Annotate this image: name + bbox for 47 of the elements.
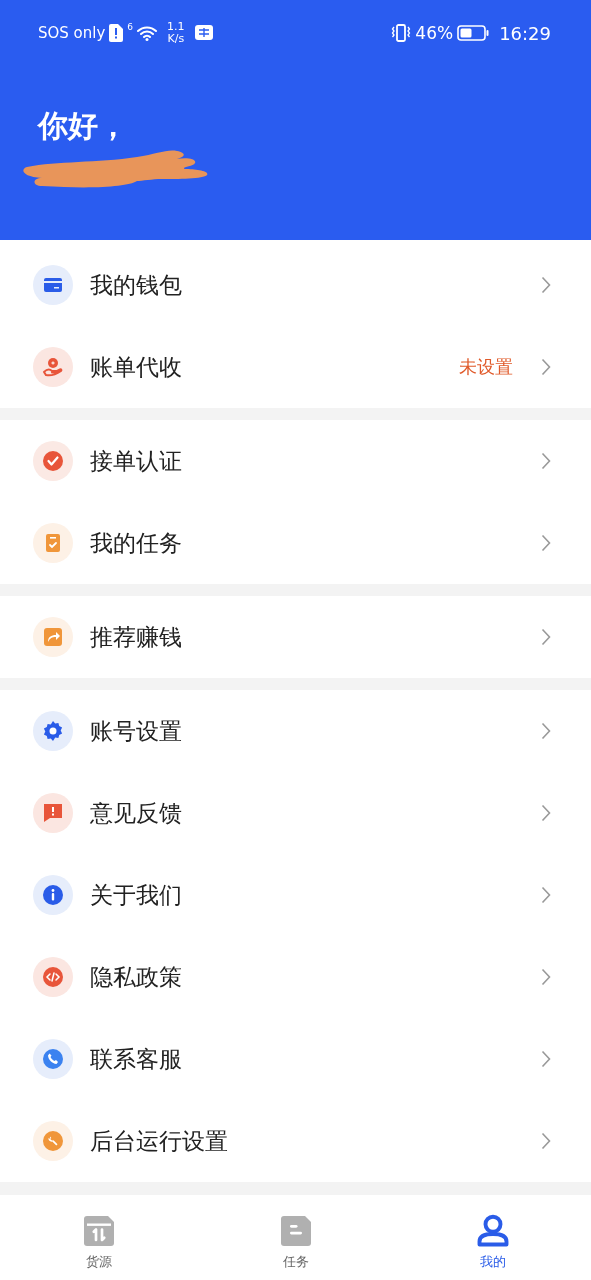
battery-percent: 46% — [415, 23, 454, 43]
menu-item[interactable]: 账号设置 — [0, 690, 591, 772]
nav-tab[interactable]: 我的 — [394, 1195, 591, 1280]
chevron-icon — [541, 722, 551, 740]
chevron-icon — [541, 628, 551, 646]
code-icon — [33, 957, 73, 997]
menu-item[interactable]: 关于我们 — [0, 854, 591, 936]
nav-tab[interactable]: 货源 — [0, 1195, 197, 1280]
network-type-text: 6 — [127, 22, 134, 32]
battery-icon — [457, 25, 490, 41]
chevron-icon — [541, 276, 551, 294]
wifi-icon — [137, 25, 158, 41]
menu-item[interactable]: 我的任务 — [0, 502, 591, 584]
gear-icon — [33, 711, 73, 751]
chevron-icon — [541, 452, 551, 470]
menu-item[interactable]: 联系客服 — [0, 1018, 591, 1100]
chevron-icon — [541, 1132, 551, 1150]
greeting-text: 你好， — [38, 107, 129, 145]
sim-alert-icon — [109, 24, 124, 42]
app-notification-icon — [194, 24, 213, 42]
chevron-icon — [541, 804, 551, 822]
menu-item[interactable]: 接单认证 — [0, 420, 591, 502]
card-icon — [33, 265, 73, 305]
chevron-icon — [541, 968, 551, 986]
menu-item[interactable]: 我的钱包 — [0, 244, 591, 326]
menu-item[interactable]: 隐私政策 — [0, 936, 591, 1018]
clock-text: 16:29 — [499, 22, 551, 44]
feedback-icon — [33, 793, 73, 833]
menu-item[interactable]: 账单代收 未设置 — [0, 326, 591, 408]
info-icon — [33, 875, 73, 915]
chevron-icon — [541, 1050, 551, 1068]
menu-item[interactable]: 推荐赚钱 — [0, 596, 591, 678]
clipboard-check-icon — [33, 523, 73, 563]
wrench-icon — [33, 1121, 73, 1161]
menu-item[interactable]: 后台运行设置 — [0, 1100, 591, 1182]
carrier-text: SOS only — [38, 24, 106, 42]
speed-value: 1.1 — [167, 21, 185, 33]
menu-item[interactable]: 意见反馈 — [0, 772, 591, 854]
chevron-icon — [541, 886, 551, 904]
speed-unit: K/s — [167, 33, 185, 45]
check-circle-icon — [33, 441, 73, 481]
hand-coin-icon — [33, 347, 73, 387]
vibrate-icon — [391, 24, 412, 42]
phone-icon — [33, 1039, 73, 1079]
nav-tab[interactable]: 任务 — [197, 1195, 394, 1280]
chevron-icon — [541, 534, 551, 552]
chevron-icon — [541, 358, 551, 376]
